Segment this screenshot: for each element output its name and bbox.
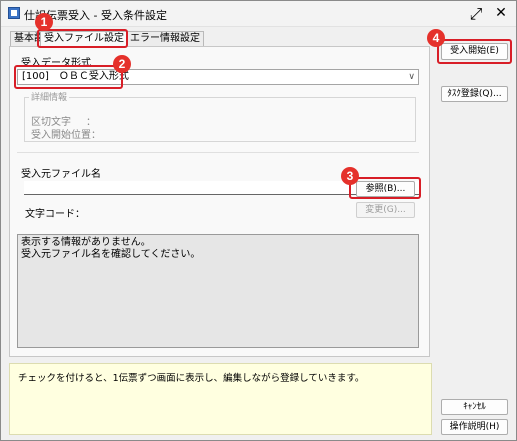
callout-badge-3: 3: [341, 167, 359, 185]
message-box: 表示する情報がありません。 受入元ファイル名を確認してください。: [17, 234, 419, 348]
callout-frame-1: [37, 29, 128, 48]
cancel-button[interactable]: ｷｬﾝｾﾙ: [441, 399, 508, 415]
callout-badge-1: 1: [35, 13, 53, 31]
start-position-label: 受入開始位置：: [31, 130, 101, 141]
change-charset-button[interactable]: 変更(G)...: [356, 202, 415, 218]
close-icon[interactable]: ✕: [492, 4, 510, 22]
source-file-label: 受入元ファイル名: [21, 169, 101, 180]
help-button[interactable]: 操作説明(H): [441, 419, 508, 435]
callout-frame-3: [349, 177, 421, 199]
dialog-window: 仕訳伝票受入 - 受入条件設定 ⤢ ✕ 基本設定 受入ファイル設定 エラー情報設…: [0, 0, 517, 441]
message-line: 受入元ファイル名を確認してください。: [21, 249, 201, 260]
callout-badge-2: 2: [113, 55, 131, 73]
tab-error-info-settings[interactable]: エラー情報設定: [126, 31, 204, 46]
callout-badge-4: 4: [427, 29, 445, 47]
task-register-button[interactable]: ﾀｽｸ登録(Q)...: [441, 86, 508, 102]
charset-label: 文字コード：: [25, 209, 85, 220]
callout-frame-4: [437, 39, 512, 64]
title-bar: 仕訳伝票受入 - 受入条件設定 ⤢ ✕: [1, 1, 516, 27]
hint-text: チェックを付けると、1伝票ずつ画面に表示し、編集しながら登録していきます。: [9, 363, 432, 435]
app-icon: [8, 7, 20, 19]
message-line: 表示する情報がありません。: [21, 237, 151, 248]
divider: [17, 152, 419, 153]
details-group-title: 詳細情報: [29, 90, 70, 103]
expand-icon[interactable]: ⤢: [466, 5, 486, 23]
callout-frame-2: [14, 65, 123, 89]
chevron-down-icon: ∨: [408, 72, 415, 82]
